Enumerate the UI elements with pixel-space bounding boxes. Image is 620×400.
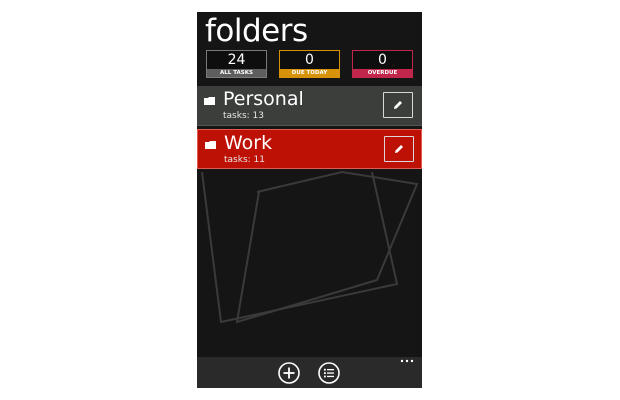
counter-overdue-value: 0 — [378, 52, 387, 68]
counter-due-today[interactable]: 0 DUE TODAY — [279, 50, 340, 78]
counter-due-today-value: 0 — [305, 52, 314, 68]
counter-all-tasks-value: 24 — [227, 52, 246, 68]
folder-item-personal[interactable]: Personal tasks: 13 — [197, 86, 422, 126]
phone-screen: folders 24 ALL TASKS 0 DUE TODAY 0 OVERD… — [197, 12, 422, 388]
folder-icon — [204, 97, 215, 105]
pencil-icon — [394, 101, 402, 109]
folder-name: Personal — [223, 88, 304, 110]
counters: 24 ALL TASKS 0 DUE TODAY 0 OVERDUE — [206, 50, 416, 80]
folder-item-work[interactable]: Work tasks: 11 — [197, 129, 422, 169]
folder-icon — [205, 141, 216, 149]
page: folders 24 ALL TASKS 0 DUE TODAY 0 OVERD… — [0, 0, 620, 400]
more-icon[interactable] — [399, 357, 415, 365]
pencil-icon — [395, 145, 403, 153]
folder-name: Work — [224, 132, 273, 154]
counter-all-tasks-label: ALL TASKS — [207, 69, 266, 77]
counter-due-today-label: DUE TODAY — [280, 69, 339, 77]
list-icon[interactable] — [318, 362, 340, 384]
counter-overdue[interactable]: 0 OVERDUE — [352, 50, 413, 78]
folder-task-count: tasks: 13 — [223, 111, 264, 121]
background-art — [201, 170, 419, 324]
counter-all-tasks[interactable]: 24 ALL TASKS — [206, 50, 267, 78]
edit-folder-button[interactable] — [384, 136, 414, 162]
folder-task-count: tasks: 11 — [224, 155, 265, 165]
add-icon[interactable] — [278, 362, 300, 384]
counter-overdue-label: OVERDUE — [353, 69, 412, 77]
app-bar — [197, 357, 422, 388]
page-title: folders — [205, 13, 308, 49]
edit-folder-button[interactable] — [383, 92, 413, 118]
